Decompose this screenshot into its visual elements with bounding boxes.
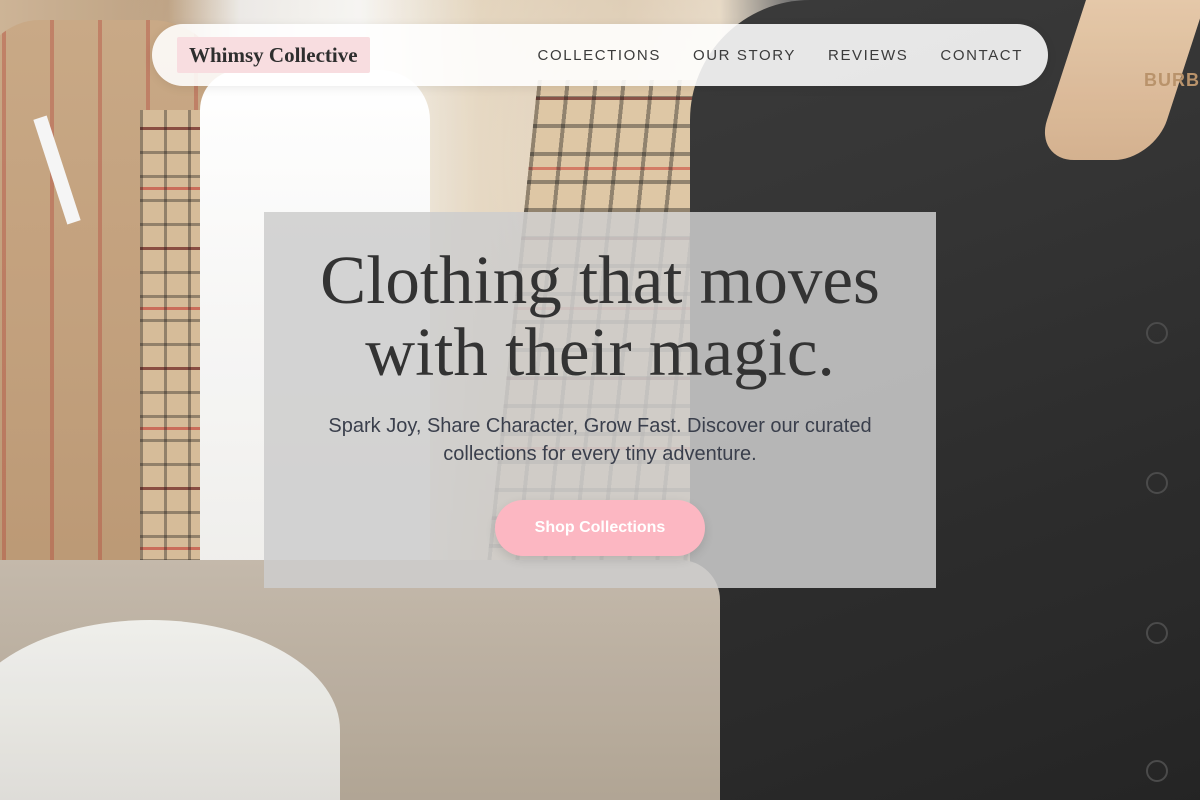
nav-link-collections[interactable]: COLLECTIONS [538,47,661,64]
nav-link-our-story[interactable]: OUR STORY [693,47,796,64]
shop-collections-button[interactable]: Shop Collections [495,500,705,556]
top-navigation: Whimsy Collective COLLECTIONS OUR STORY … [152,24,1048,86]
hero-subtitle: Spark Joy, Share Character, Grow Fast. D… [328,415,872,465]
hero-title-line-1: Clothing that moves [320,242,880,318]
hero-title-line-2: with their magic. [365,314,835,390]
nav-links: COLLECTIONS OUR STORY REVIEWS CONTACT [538,24,1023,86]
brand-logo[interactable]: Whimsy Collective [177,37,370,73]
nav-link-contact[interactable]: CONTACT [940,47,1023,64]
hero-card: Clothing that moves with their magic. Sp… [264,212,936,588]
nav-link-reviews[interactable]: REVIEWS [828,47,908,64]
hero-title: Clothing that moves with their magic. [264,244,936,388]
